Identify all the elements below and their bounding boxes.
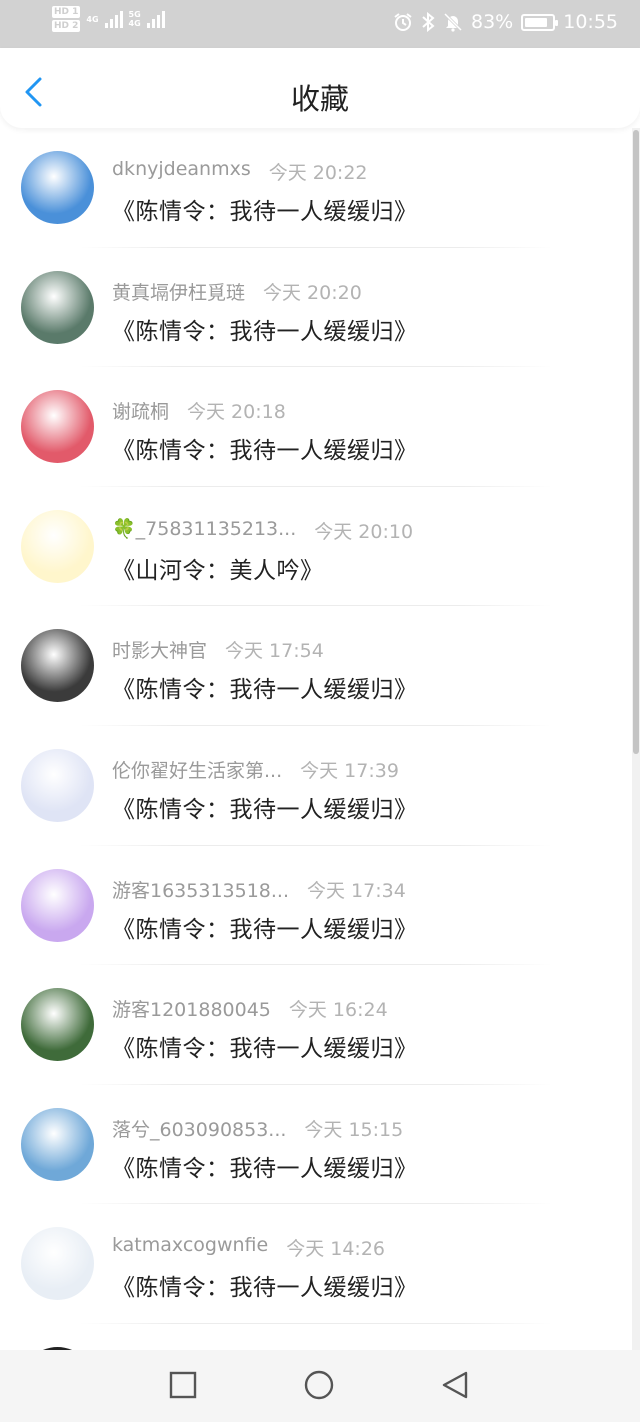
timestamp: 今天 20:10	[314, 520, 414, 543]
list-item[interactable]: dknyjdeanmxs 今天 20:22 《陈情令：我待一人缓缓归》	[0, 128, 632, 248]
timestamp: 今天 20:18	[187, 401, 286, 424]
app-header: 收藏	[0, 48, 640, 128]
timestamp: 今天 15:15	[304, 1118, 404, 1141]
status-bar: HD 1 HD 2 4G 5G 4G 83% 10:55	[0, 0, 640, 48]
book-title[interactable]: 《陈情令：我待一人缓缓归》	[112, 192, 418, 226]
item-meta: 黄真塥伊枉覓琏 今天 20:20	[112, 278, 362, 305]
system-status: 83% 10:55	[393, 11, 618, 33]
item-meta: 🍀_75831135213... 今天 20:10	[112, 517, 413, 544]
timestamp: 今天 17:54	[225, 640, 324, 663]
username[interactable]: 🍀_75831135213...	[112, 517, 296, 544]
book-title[interactable]: 《陈情令：我待一人缓缓归》	[112, 670, 418, 704]
item-meta: 游客1635313518... 今天 17:34	[112, 876, 406, 903]
timestamp: 今天 20:20	[263, 281, 362, 304]
item-meta: 伦你翟好生活家第... 今天 17:39	[112, 756, 399, 783]
list-item-partial[interactable]	[0, 1324, 632, 1350]
list-item[interactable]: 游客1635313518... 今天 17:34 《陈情令：我待一人缓缓归》	[0, 846, 632, 966]
scrollbar-thumb[interactable]	[633, 130, 639, 754]
book-title[interactable]: 《山河令：美人吟》	[112, 551, 324, 585]
list-item[interactable]: 🍀_75831135213... 今天 20:10 《山河令：美人吟》	[0, 487, 632, 607]
list-item[interactable]: 时影大神官 今天 17:54 《陈情令：我待一人缓缓归》	[0, 606, 632, 726]
signal-icon	[104, 10, 123, 28]
battery-icon	[521, 13, 559, 31]
timestamp: 今天 16:24	[288, 999, 388, 1022]
system-nav-bar	[0, 1350, 640, 1422]
book-title[interactable]: 《陈情令：我待一人缓缓归》	[112, 790, 418, 824]
username[interactable]: 谢疏桐	[112, 397, 169, 424]
signal-icon-2	[146, 10, 165, 28]
item-meta: katmaxcogwnfie 今天 14:26	[112, 1234, 385, 1261]
avatar[interactable]	[21, 509, 94, 583]
avatar[interactable]	[21, 868, 94, 942]
clock: 10:55	[563, 11, 618, 33]
avatar[interactable]	[21, 629, 94, 703]
avatar[interactable]	[21, 1227, 94, 1301]
item-meta: 落兮_603090853... 今天 15:15	[112, 1115, 403, 1142]
battery-percent: 83%	[471, 11, 514, 33]
username[interactable]: 时影大神官	[112, 636, 207, 663]
network-type-2-sub: 4G	[128, 19, 141, 28]
square-icon[interactable]	[168, 1370, 198, 1400]
avatar[interactable]	[21, 270, 94, 344]
hd1-badge: HD 1	[52, 6, 81, 18]
network-status: HD 1 HD 2 4G 5G 4G	[52, 6, 165, 32]
timestamp: 今天 17:39	[300, 759, 399, 782]
mute-bell-icon	[443, 12, 463, 32]
username[interactable]: katmaxcogwnfie	[112, 1234, 268, 1261]
book-title[interactable]: 《陈情令：我待一人缓缓归》	[112, 1029, 418, 1063]
alarm-icon	[394, 13, 412, 31]
network-type-1: 4G	[86, 14, 99, 24]
book-title[interactable]: 《陈情令：我待一人缓缓归》	[112, 910, 418, 944]
username[interactable]: 游客1201880045	[112, 995, 271, 1022]
username[interactable]: 落兮_603090853...	[112, 1115, 286, 1142]
book-title[interactable]: 《陈情令：我待一人缓缓归》	[112, 312, 418, 346]
list-item[interactable]: 游客1201880045 今天 16:24 《陈情令：我待一人缓缓归》	[0, 965, 632, 1085]
username[interactable]: 伦你翟好生活家第...	[112, 756, 282, 783]
timestamp: 今天 20:22	[268, 162, 368, 184]
username[interactable]: 黄真塥伊枉覓琏	[112, 278, 245, 305]
avatar[interactable]	[21, 748, 94, 822]
circle-icon[interactable]	[304, 1370, 334, 1400]
avatar[interactable]	[21, 151, 94, 224]
item-meta: 时影大神官 今天 17:54	[112, 636, 324, 663]
list-item[interactable]: 伦你翟好生活家第... 今天 17:39 《陈情令：我待一人缓缓归》	[0, 726, 632, 846]
item-meta: dknyjdeanmxs 今天 20:22	[112, 158, 368, 185]
list-item[interactable]: katmaxcogwnfie 今天 14:26 《陈情令：我待一人缓缓归》	[0, 1204, 632, 1324]
page-title: 收藏	[290, 82, 349, 116]
book-title[interactable]: 《陈情令：我待一人缓缓归》	[112, 1149, 418, 1183]
username[interactable]: 游客1635313518...	[112, 876, 289, 903]
avatar[interactable]	[21, 1107, 94, 1181]
list-item[interactable]: 谢疏桐 今天 20:18 《陈情令：我待一人缓缓归》	[0, 367, 632, 487]
timestamp: 今天 14:26	[286, 1238, 385, 1261]
scrollbar[interactable]	[632, 128, 640, 1350]
list-item[interactable]: 黄真塥伊枉覓琏 今天 20:20 《陈情令：我待一人缓缓归》	[0, 248, 632, 368]
favorites-list[interactable]: dknyjdeanmxs 今天 20:22 《陈情令：我待一人缓缓归》 黄真塥伊…	[0, 128, 632, 1350]
bluetooth-icon	[422, 12, 435, 32]
item-meta: 游客1201880045 今天 16:24	[112, 995, 388, 1022]
book-title[interactable]: 《陈情令：我待一人缓缓归》	[112, 1268, 418, 1302]
hd2-badge: HD 2	[52, 20, 81, 32]
item-meta: 谢疏桐 今天 20:18	[112, 397, 286, 424]
list-item[interactable]: 落兮_603090853... 今天 15:15 《陈情令：我待一人缓缓归》	[0, 1085, 632, 1205]
timestamp: 今天 17:34	[307, 879, 406, 902]
book-title[interactable]: 《陈情令：我待一人缓缓归》	[112, 431, 418, 465]
avatar[interactable]	[21, 390, 94, 464]
triangle-back-icon[interactable]	[440, 1370, 470, 1400]
username[interactable]: dknyjdeanmxs	[112, 158, 251, 185]
network-type-2: 5G	[128, 10, 141, 19]
avatar[interactable]	[21, 988, 94, 1062]
